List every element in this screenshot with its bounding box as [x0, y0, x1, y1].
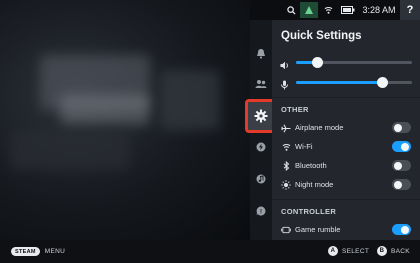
divider	[272, 199, 420, 200]
menu-label: MENU	[44, 248, 66, 255]
toggle-row-airplane[interactable]: Airplane mode	[272, 119, 420, 137]
toggle-knob	[394, 180, 402, 189]
lightning-icon[interactable]	[252, 138, 270, 156]
steam-deck-icon	[300, 2, 318, 18]
select-hint[interactable]: A SELECT	[328, 246, 369, 256]
game-background	[0, 0, 250, 240]
wifi-toggle[interactable]	[392, 141, 411, 152]
search-icon[interactable]	[282, 5, 300, 15]
toggle-row-wifi[interactable]: Wi-Fi	[272, 138, 420, 156]
row-label: Night mode	[295, 180, 334, 189]
toggle-row-night-mode[interactable]: Night mode	[272, 176, 420, 194]
toggle-row-game-rumble[interactable]: Game rumble	[272, 221, 420, 239]
settings-tab[interactable]	[245, 99, 277, 133]
help-button[interactable]: ?	[400, 0, 420, 20]
rumble-icon	[281, 225, 291, 235]
background-blur	[60, 95, 150, 125]
back-hint[interactable]: B BACK	[377, 246, 410, 256]
row-label: Bluetooth	[295, 161, 327, 170]
a-button-icon: A	[328, 246, 338, 256]
game-rumble-toggle[interactable]	[392, 224, 411, 235]
battery-icon	[338, 6, 358, 14]
sun-icon	[281, 180, 291, 190]
quick-settings-panel: Quick Settings OTHER Airplane mode Wi-Fi	[272, 20, 420, 240]
toggle-row-bluetooth[interactable]: Bluetooth	[272, 157, 420, 175]
microphone-icon	[280, 77, 289, 95]
section-header-controller: CONTROLLER	[281, 207, 337, 216]
mic-track[interactable]	[296, 77, 412, 88]
speaker-icon	[280, 57, 290, 75]
clock: 3:28 AM	[362, 5, 396, 15]
row-label: Wi-Fi	[295, 142, 313, 151]
toggle-knob	[394, 161, 402, 170]
toggle-knob	[401, 225, 409, 234]
background-blur	[160, 70, 220, 130]
back-label: BACK	[391, 247, 410, 255]
b-button-icon: B	[377, 246, 387, 256]
friends-icon[interactable]	[252, 75, 270, 93]
airplane-toggle[interactable]	[392, 122, 411, 133]
panel-title: Quick Settings	[281, 30, 362, 42]
mic-fill	[296, 81, 382, 84]
toggle-knob	[394, 123, 402, 132]
row-label: Airplane mode	[295, 123, 344, 132]
steam-button[interactable]: STEAM	[11, 247, 40, 256]
help-circle-icon[interactable]: !	[252, 202, 270, 220]
volume-track[interactable]	[296, 57, 412, 68]
toggle-knob	[401, 142, 409, 151]
section-header-other: OTHER	[281, 105, 309, 114]
svg-text:!: !	[260, 209, 262, 215]
bluetooth-toggle[interactable]	[392, 160, 411, 171]
bottom-bar: STEAM MENU A SELECT B BACK	[0, 240, 420, 263]
gear-icon	[254, 109, 268, 123]
volume-knob[interactable]	[311, 57, 323, 68]
background-blur	[10, 130, 130, 170]
mic-knob[interactable]	[376, 77, 388, 88]
status-bar: 3:28 AM ?	[248, 0, 420, 20]
quick-access-rail: !	[245, 20, 277, 240]
music-icon[interactable]	[252, 170, 270, 188]
mic-slider[interactable]	[272, 75, 420, 90]
bell-icon[interactable]	[252, 44, 270, 62]
wifi-icon	[318, 6, 338, 15]
divider	[272, 97, 420, 98]
bluetooth-icon	[281, 161, 291, 171]
volume-slider[interactable]	[272, 55, 420, 70]
night-mode-toggle[interactable]	[392, 179, 411, 190]
wifi-icon	[281, 142, 291, 152]
airplane-icon	[281, 123, 291, 133]
select-label: SELECT	[342, 247, 370, 255]
row-label: Game rumble	[295, 225, 341, 234]
